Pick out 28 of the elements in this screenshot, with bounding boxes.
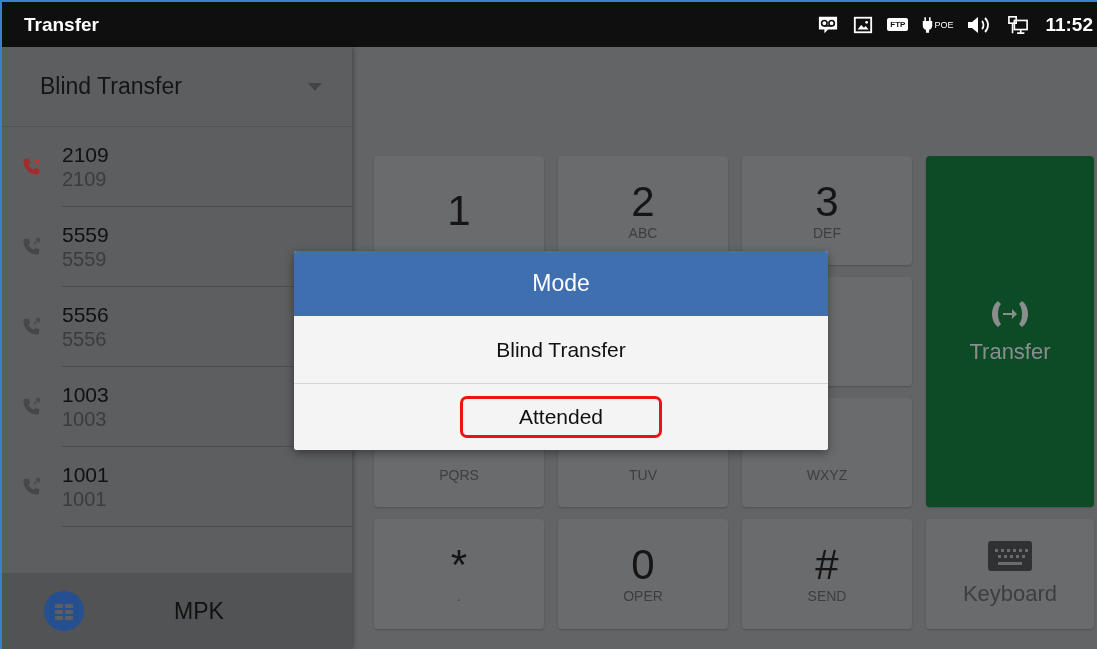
caller-name: 1001 [62,462,110,487]
transfer-mode-dropdown[interactable]: Blind Transfer [2,47,352,127]
poe-label: POE [934,19,954,30]
caller-name: 5556 [62,302,110,327]
screen-title: Transfer [24,13,100,36]
dropdown-caret-icon [308,82,322,91]
keyboard-icon [988,541,1032,571]
plug-icon [922,14,934,35]
call-transfer-icon [990,298,1030,329]
picture-icon [853,14,874,35]
mode-option[interactable]: Blind Transfer [294,316,828,383]
dialog-title: Mode [294,251,828,316]
dropdown-value: Blind Transfer [40,73,182,100]
network-icon [1007,14,1030,35]
dial-key[interactable]: * . [374,519,544,629]
caller-name: 5559 [62,222,110,247]
clock-time: 11:52 [1045,13,1093,36]
option-label: Blind Transfer [495,336,627,363]
caller-name: 2109 [62,142,110,167]
transfer-button[interactable]: Transfer [926,156,1094,507]
caller-name: 1003 [62,382,110,407]
missed-call-icon [21,157,43,177]
highlight-frame: Attended [459,396,663,438]
list-grid-icon [44,591,84,631]
mode-option[interactable]: Attended [294,383,828,450]
mpk-button[interactable]: MPK [44,591,224,631]
ftp-badge: FTP [887,18,909,31]
voicemail-icon [817,14,840,35]
